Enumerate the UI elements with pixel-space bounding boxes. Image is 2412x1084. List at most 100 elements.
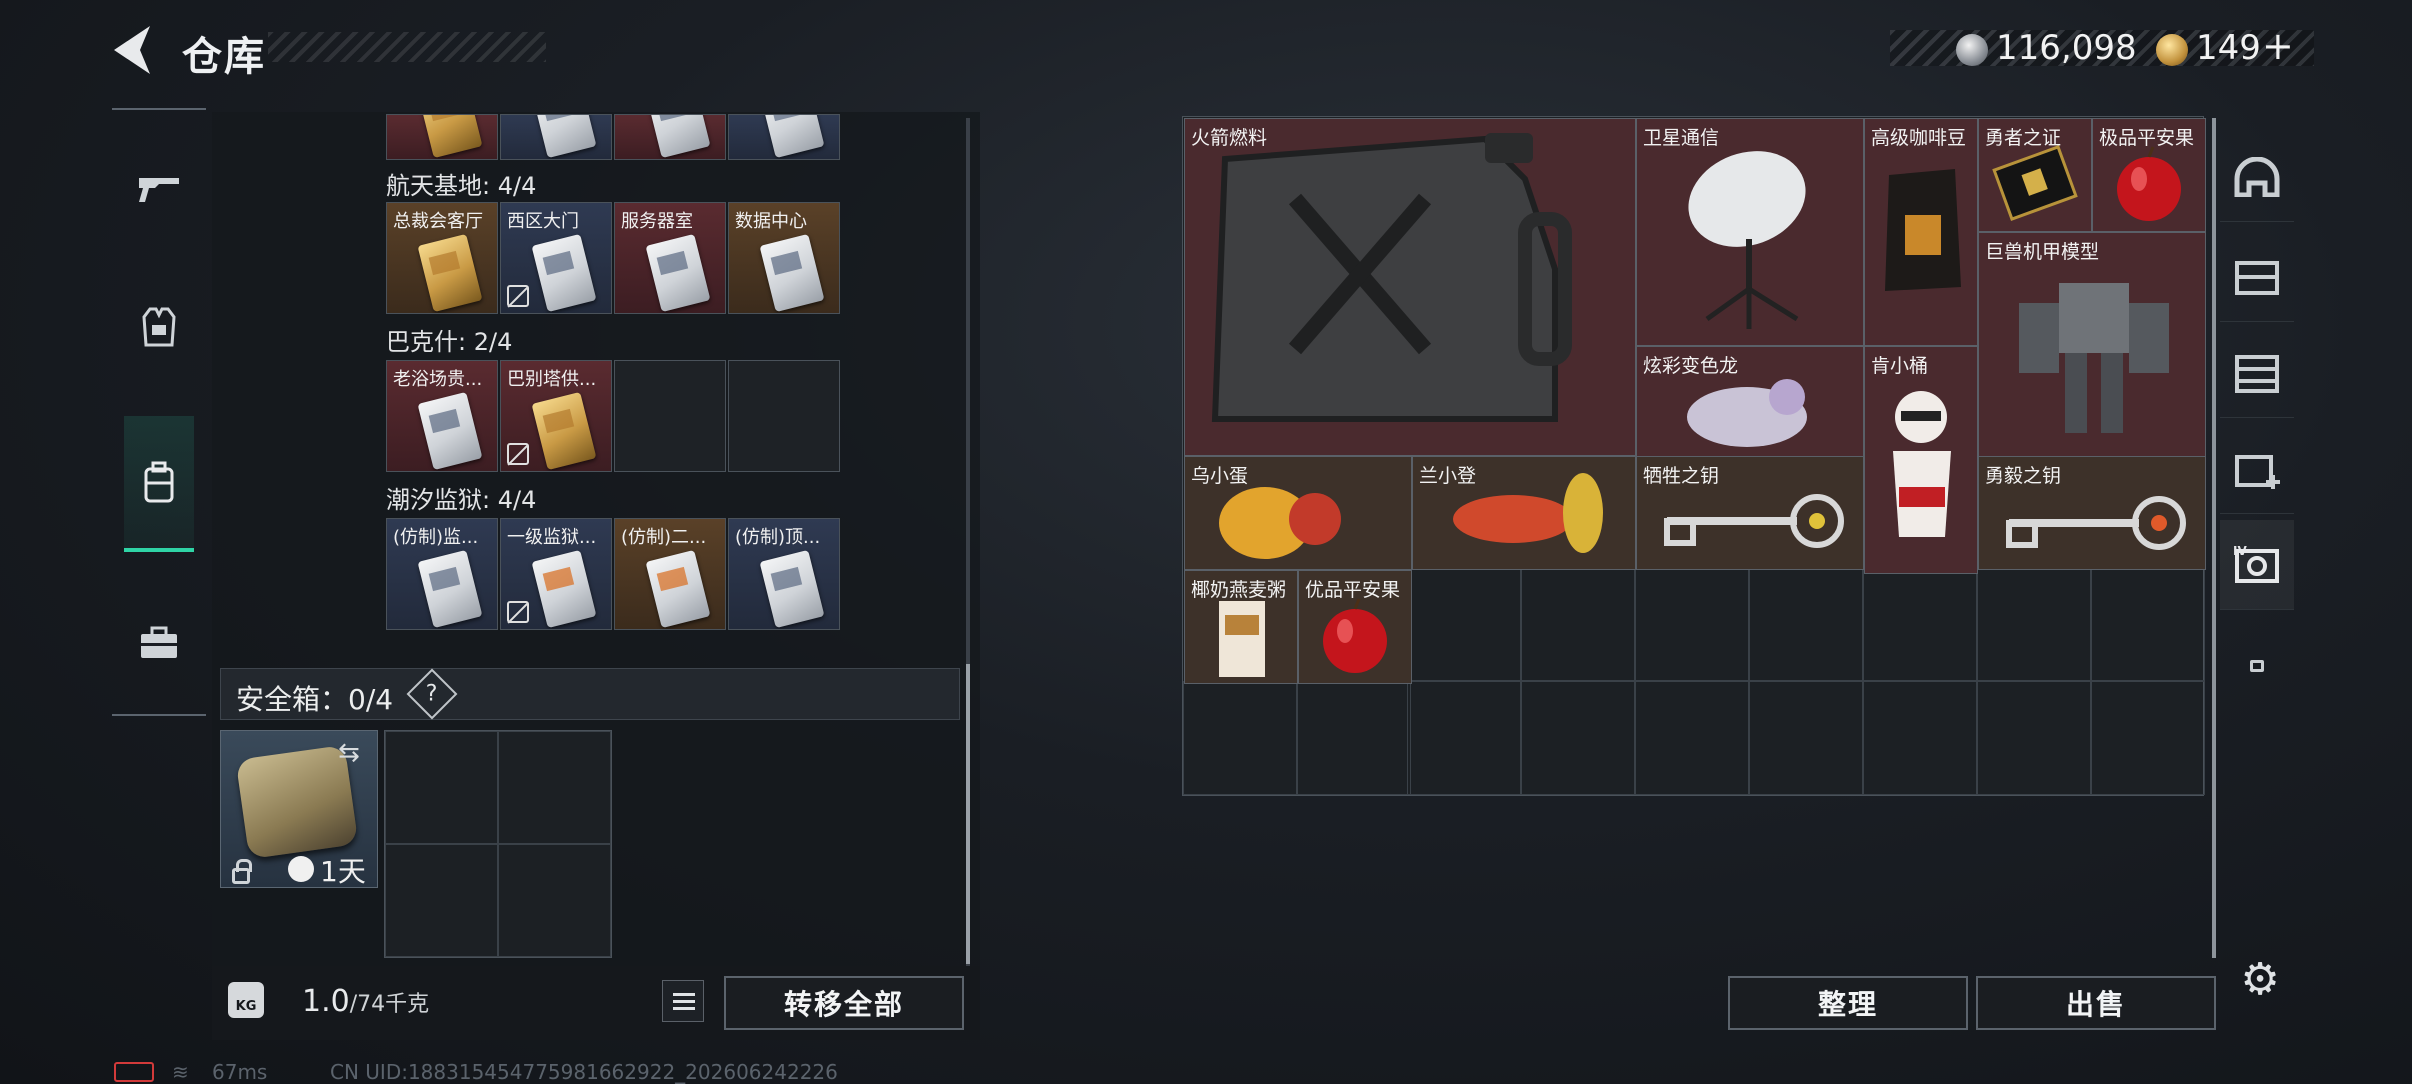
nav-stash-shelf[interactable] bbox=[2220, 328, 2294, 418]
item-label: 勇者之证 bbox=[1985, 127, 2062, 149]
vest-icon bbox=[142, 307, 176, 347]
safe-box-duration: 1天 bbox=[320, 855, 366, 888]
toolbox-icon bbox=[141, 626, 177, 658]
safe-box-label: 安全箱：0/4 bbox=[236, 683, 394, 716]
empty-key-slot[interactable] bbox=[614, 360, 726, 472]
key-card-slot[interactable]: 总裁会客厅 bbox=[386, 202, 498, 314]
key-card-slot[interactable] bbox=[614, 114, 726, 160]
safe-slot[interactable] bbox=[498, 844, 611, 957]
nav-stash-level[interactable]: IV bbox=[2220, 520, 2294, 610]
stash-item-key-brave[interactable]: 勇毅之钥 bbox=[1978, 456, 2206, 570]
stash-item-apple-good[interactable]: 优品平安果 bbox=[1298, 570, 1412, 684]
safe-slot[interactable] bbox=[385, 844, 498, 957]
key-card-slot[interactable] bbox=[500, 114, 612, 160]
weight-capacity: /74千克 bbox=[349, 992, 430, 1017]
nav-stash-rack[interactable] bbox=[2220, 232, 2294, 322]
key-card-label: 一级监狱... bbox=[507, 527, 597, 548]
item-label: 巨兽机甲模型 bbox=[1985, 241, 2100, 263]
item-label: 肯小桶 bbox=[1871, 355, 1929, 377]
stash-item-egg[interactable]: 乌小蛋 bbox=[1184, 456, 1412, 570]
item-label: 勇毅之钥 bbox=[1985, 465, 2062, 487]
stash-item-key-sacrifice[interactable]: 牺牲之钥 bbox=[1636, 456, 1864, 570]
stash-nav: IV bbox=[2220, 118, 2294, 808]
shelf-icon bbox=[2235, 354, 2279, 393]
stash-item-mech-model[interactable]: 巨兽机甲模型 bbox=[1978, 232, 2206, 460]
key-card-icon bbox=[645, 549, 711, 629]
stash-scrollbar[interactable] bbox=[2212, 118, 2216, 958]
stash-item-satellite[interactable]: 卫星通信 bbox=[1636, 118, 1864, 346]
safe-slot[interactable] bbox=[385, 731, 498, 844]
stash-item-brave-badge[interactable]: 勇者之证 bbox=[1978, 118, 2092, 232]
gold-coin-icon bbox=[2156, 34, 2188, 66]
nav-backpack[interactable] bbox=[124, 416, 194, 552]
nav-toolbox[interactable] bbox=[112, 584, 206, 702]
item-label: 牺牲之钥 bbox=[1643, 465, 1720, 487]
equipment-nav bbox=[112, 108, 206, 716]
key-card-slot[interactable]: (仿制)监... bbox=[386, 518, 498, 630]
nav-stash-home[interactable] bbox=[2220, 132, 2294, 222]
key-card-label: 老浴场贵... bbox=[393, 369, 483, 390]
back-arrow-icon bbox=[114, 26, 150, 74]
key-card-icon bbox=[531, 233, 597, 313]
key-card-icon bbox=[759, 233, 825, 313]
backpack-scroll-thumb[interactable] bbox=[966, 664, 970, 964]
no-loss-icon bbox=[507, 285, 529, 307]
swap-icon[interactable]: ⇆ bbox=[338, 738, 360, 768]
stash-item-rocket-fuel[interactable]: 火箭燃料 bbox=[1184, 118, 1636, 456]
medkit-icon bbox=[2235, 454, 2280, 489]
weight-current: 1.0 bbox=[302, 984, 350, 1019]
coffee-bag-image bbox=[1885, 169, 1961, 291]
lock-icon bbox=[232, 859, 252, 884]
item-label: 火箭燃料 bbox=[1191, 127, 1268, 149]
stash-level-icon: IV bbox=[2233, 544, 2279, 583]
rack-icon bbox=[2235, 260, 2279, 295]
key-card-slot[interactable]: 服务器室 bbox=[614, 202, 726, 314]
key-card-label: 数据中心 bbox=[735, 211, 807, 232]
sell-button[interactable]: 出售 bbox=[1976, 976, 2216, 1030]
key-card-slot[interactable]: (仿制)顶... bbox=[728, 518, 840, 630]
key-card-label: 服务器室 bbox=[621, 211, 693, 232]
key-card-label: (仿制)顶... bbox=[735, 527, 821, 548]
lock-icon bbox=[2250, 660, 2264, 672]
transfer-all-button[interactable]: 转移全部 bbox=[724, 976, 964, 1030]
stash-item-cereal[interactable]: 椰奶燕麦粥 bbox=[1184, 570, 1298, 684]
key-card-slot[interactable]: 巴别塔供... bbox=[500, 360, 612, 472]
safe-slot[interactable] bbox=[498, 731, 611, 844]
key-card-slot[interactable] bbox=[728, 114, 840, 160]
weight-readout: 1.0/74千克 bbox=[302, 984, 429, 1019]
nav-stash-medical[interactable] bbox=[2220, 424, 2294, 514]
key-card-slot[interactable] bbox=[386, 114, 498, 160]
key-card-icon bbox=[417, 233, 483, 313]
stash-item-kfc-bucket[interactable]: 肯小桶 bbox=[1864, 346, 1978, 574]
empty-key-slot[interactable] bbox=[728, 360, 840, 472]
no-loss-icon bbox=[507, 443, 529, 465]
uid-readout: CN UID:18831545477598166292​2_2026062422… bbox=[330, 1060, 838, 1084]
key-card-slot[interactable]: 西区大门 bbox=[500, 202, 612, 314]
nav-weapon[interactable] bbox=[112, 130, 206, 248]
satellite-dish-image bbox=[1688, 151, 1806, 329]
stash-item-lan[interactable]: 兰小登 bbox=[1412, 456, 1636, 570]
nav-stash-locked[interactable] bbox=[2220, 616, 2294, 706]
tidy-button[interactable]: 整理 bbox=[1728, 976, 1968, 1030]
back-button[interactable] bbox=[110, 22, 158, 78]
stash-item-coffee[interactable]: 高级咖啡豆 bbox=[1864, 118, 1978, 346]
key-card-label: (仿制)二... bbox=[621, 527, 707, 548]
clock-icon bbox=[288, 856, 314, 882]
list-view-button[interactable] bbox=[662, 980, 704, 1022]
item-label: 高级咖啡豆 bbox=[1871, 127, 1967, 149]
gun-icon bbox=[139, 178, 179, 202]
key-card-icon bbox=[531, 391, 597, 471]
key-card-slot[interactable]: 数据中心 bbox=[728, 202, 840, 314]
add-currency-button[interactable]: + bbox=[2262, 24, 2294, 68]
help-icon: ? bbox=[426, 681, 438, 707]
item-label: 极品平安果 bbox=[2099, 127, 2195, 149]
item-label: 乌小蛋 bbox=[1191, 465, 1249, 487]
key-card-slot[interactable]: 一级监狱... bbox=[500, 518, 612, 630]
gear-icon[interactable]: ⚙ bbox=[2236, 956, 2284, 1004]
key-card-slot[interactable]: 老浴场贵... bbox=[386, 360, 498, 472]
key-card-slot[interactable]: (仿制)二... bbox=[614, 518, 726, 630]
silver-amount: 116,098 bbox=[1996, 28, 2137, 68]
nav-armor[interactable] bbox=[112, 268, 206, 386]
stash-item-apple-premium[interactable]: 极品平安果 bbox=[2092, 118, 2206, 232]
stash-item-color-toy[interactable]: 炫彩变色龙 bbox=[1636, 346, 1864, 460]
